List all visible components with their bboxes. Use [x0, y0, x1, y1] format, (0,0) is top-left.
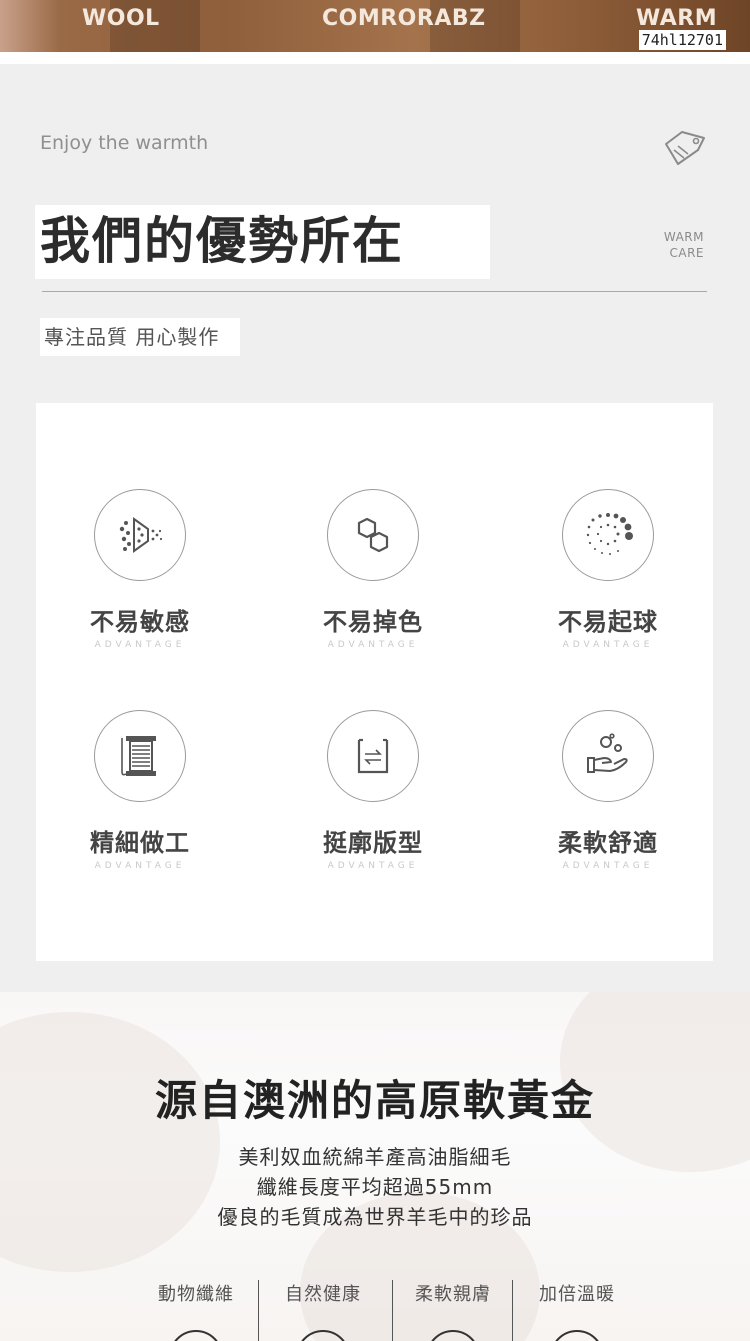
features-panel: 不易敏感 ADVANTAGE 不易掉色 ADVANTAGE 不易起球 ADVAN…: [36, 403, 713, 961]
price-tag-icon: [660, 128, 710, 168]
feature-label: 柔軟舒適: [558, 829, 658, 857]
feature-subtext: ADVANTAGE: [94, 640, 186, 650]
feature-subtext: ADVANTAGE: [327, 640, 419, 650]
property-column: 加倍溫暖: [513, 1280, 641, 1341]
feature-item: 不易掉色 ADVANTAGE: [273, 489, 473, 651]
page-title: 我們的優勢所在: [40, 212, 404, 270]
thread-spool-icon: [94, 710, 186, 802]
feather-icon: [426, 1330, 480, 1341]
hand-bubbles-icon: [562, 710, 654, 802]
feature-item: 不易敏感 ADVANTAGE: [40, 489, 240, 651]
origin-section: 源自澳洲的高原軟黃金 美利奴血統綿羊產高油脂細毛 纖維長度平均超過55mm 優良…: [0, 992, 750, 1341]
property-label: 加倍溫暖: [539, 1284, 615, 1305]
property-label: 自然健康: [285, 1284, 361, 1305]
property-label: 動物纖維: [158, 1284, 234, 1305]
feature-subtext: ADVANTAGE: [94, 861, 186, 871]
feature-label: 不易起球: [558, 608, 658, 636]
sku-code: 74hl12701: [638, 30, 726, 50]
shape-arrows-icon: [327, 710, 419, 802]
feature-label: 挺廓版型: [323, 829, 423, 857]
property-column: 動物纖維: [132, 1280, 260, 1341]
description-line: 美利奴血統綿羊產高油脂細毛: [238, 1145, 512, 1169]
feature-subtext: ADVANTAGE: [562, 640, 654, 650]
feature-subtext: ADVANTAGE: [562, 861, 654, 871]
badge-line: CARE: [669, 246, 704, 260]
leaf-icon: [296, 1330, 350, 1341]
flame-icon: [550, 1330, 604, 1341]
badge-line: WARM: [663, 230, 704, 244]
title-divider: [42, 291, 707, 292]
feature-subtext: ADVANTAGE: [327, 861, 419, 871]
origin-headline: 源自澳洲的高原軟黃金: [154, 1076, 595, 1125]
property-columns: 動物纖維 自然健康 柔軟親膚 加倍溫暖: [132, 1280, 652, 1341]
fiber-icon: [169, 1330, 223, 1341]
banner-gap: [0, 52, 750, 64]
warm-care-badge: WARM CARE: [664, 229, 704, 261]
spray-particles-icon: [94, 489, 186, 581]
advantages-section: Enjoy the warmth 我們的優勢所在 WARM CARE 專注品質 …: [0, 64, 750, 992]
tagline: Enjoy the warmth: [40, 132, 209, 154]
banner-word-wool: WOOL: [82, 6, 160, 31]
description-line: 優良的毛質成為世界羊毛中的珍品: [217, 1205, 533, 1229]
subtitle: 專注品質 用心製作: [44, 325, 220, 349]
hexagon-links-icon: [327, 489, 419, 581]
banner-word-brand: COMRORABZ: [322, 6, 486, 31]
origin-description: 美利奴血統綿羊產高油脂細毛 纖維長度平均超過55mm 優良的毛質成為世界羊毛中的…: [0, 1142, 750, 1232]
feature-label: 不易掉色: [323, 608, 423, 636]
property-label: 柔軟親膚: [415, 1284, 491, 1305]
feature-label: 不易敏感: [90, 608, 190, 636]
top-banner: WOOL COMRORABZ WARM 74hl12701: [0, 0, 750, 52]
description-line: 纖維長度平均超過55mm: [256, 1175, 494, 1199]
feature-item: 柔軟舒適 ADVANTAGE: [508, 710, 708, 872]
banner-word-warm: WARM: [636, 6, 718, 31]
feature-label: 精細做工: [90, 829, 190, 857]
feature-item: 精細做工 ADVANTAGE: [40, 710, 240, 872]
dots-ring-icon: [562, 489, 654, 581]
property-column: 自然健康: [259, 1280, 387, 1341]
feature-item: 不易起球 ADVANTAGE: [508, 489, 708, 651]
property-column: 柔軟親膚: [389, 1280, 517, 1341]
feature-item: 挺廓版型 ADVANTAGE: [273, 710, 473, 872]
